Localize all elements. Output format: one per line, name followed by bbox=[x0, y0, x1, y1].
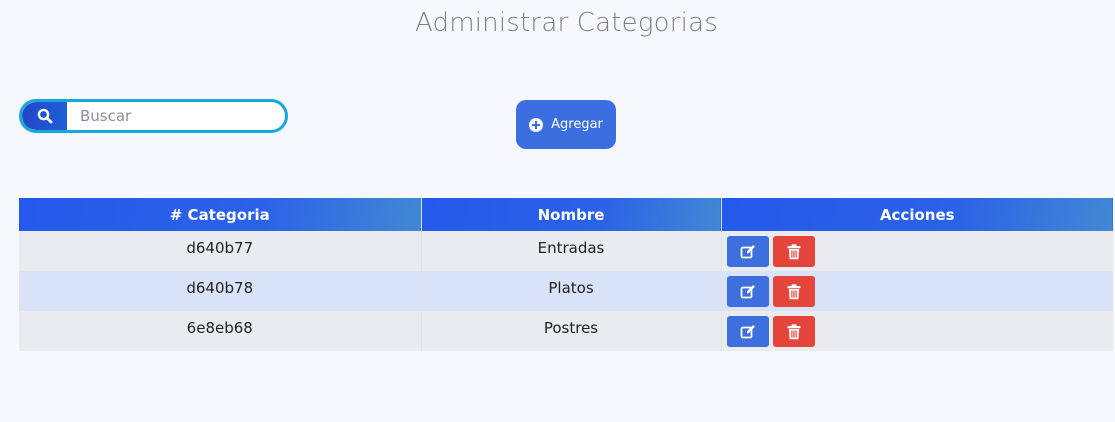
cell-category-id: 6e8eb68 bbox=[19, 311, 422, 351]
search-box bbox=[19, 99, 288, 133]
table-header-row: # Categoria Nombre Acciones bbox=[19, 198, 1113, 231]
delete-button[interactable] bbox=[772, 236, 815, 267]
cell-actions bbox=[721, 231, 1113, 271]
header-categoria[interactable]: # Categoria bbox=[19, 198, 422, 231]
page-title: Administrar Categorias bbox=[415, 8, 718, 38]
trash-icon bbox=[787, 283, 800, 299]
cell-actions bbox=[721, 311, 1113, 351]
cell-category-id: d640b78 bbox=[19, 271, 422, 311]
header-nombre[interactable]: Nombre bbox=[421, 198, 722, 231]
add-button[interactable]: Agregar bbox=[516, 100, 616, 149]
cell-category-name: Platos bbox=[421, 271, 722, 311]
delete-button[interactable] bbox=[772, 276, 815, 307]
search-icon bbox=[37, 108, 52, 124]
trash-icon bbox=[787, 243, 800, 259]
trash-icon bbox=[787, 323, 800, 339]
edit-button[interactable] bbox=[726, 236, 769, 267]
header-acciones: Acciones bbox=[721, 198, 1113, 231]
edit-icon bbox=[740, 284, 755, 298]
table-row: d640b77 Entradas bbox=[19, 231, 1113, 271]
edit-button[interactable] bbox=[726, 316, 769, 347]
edit-icon bbox=[740, 244, 755, 258]
cell-category-name: Postres bbox=[421, 311, 722, 351]
categories-table: # Categoria Nombre Acciones d640b77 Entr… bbox=[19, 198, 1113, 351]
search-input[interactable] bbox=[68, 102, 284, 130]
cell-category-name: Entradas bbox=[421, 231, 722, 271]
cell-category-id: d640b77 bbox=[19, 231, 422, 271]
delete-button[interactable] bbox=[772, 316, 815, 347]
plus-circle-icon bbox=[529, 117, 544, 132]
edit-icon bbox=[740, 324, 755, 338]
search-button[interactable] bbox=[22, 102, 67, 130]
cell-actions bbox=[721, 271, 1113, 311]
add-button-label: Agregar bbox=[551, 117, 603, 132]
table-row: d640b78 Platos bbox=[19, 271, 1113, 311]
edit-button[interactable] bbox=[726, 276, 769, 307]
table-row: 6e8eb68 Postres bbox=[19, 311, 1113, 351]
